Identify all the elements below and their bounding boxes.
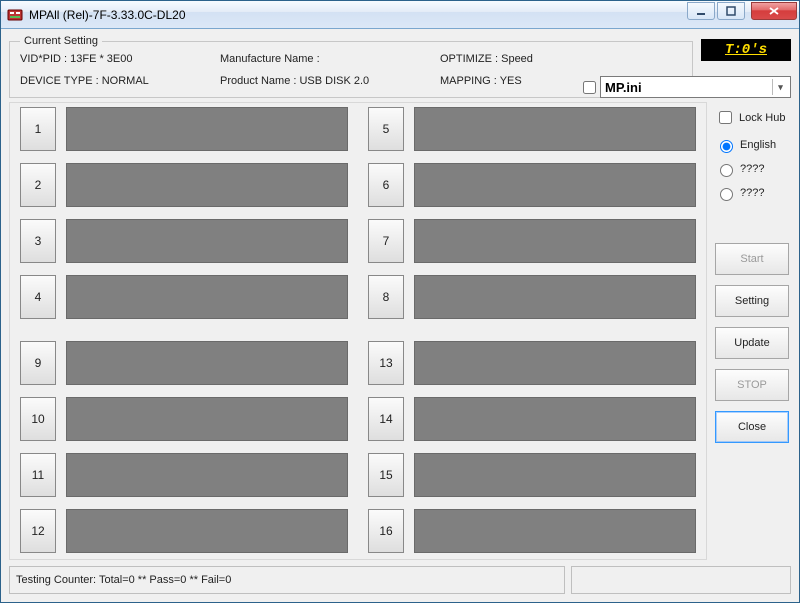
manufacture-name: Manufacture Name : — [220, 53, 440, 65]
slots-frame: 12349101112 567813141516 — [9, 102, 707, 560]
ini-checkbox[interactable] — [583, 81, 596, 94]
slot-panel-1 — [66, 107, 348, 151]
status-right — [571, 566, 791, 594]
window-root: MPAll (Rel)-7F-3.33.0C-DL20 Current Sett… — [0, 0, 800, 603]
status-row: Testing Counter: Total=0 ** Pass=0 ** Fa… — [9, 566, 791, 594]
slot-row: 6 — [368, 163, 696, 207]
app-icon — [7, 7, 23, 23]
slot-panel-11 — [66, 453, 348, 497]
slot-button-11[interactable]: 11 — [20, 453, 56, 497]
chevron-down-icon: ▾ — [772, 79, 788, 95]
slot-button-6[interactable]: 6 — [368, 163, 404, 207]
slot-row: 10 — [20, 397, 348, 441]
slot-row: 4 — [20, 275, 348, 319]
slot-panel-10 — [66, 397, 348, 441]
lock-hub-checkbox[interactable] — [719, 111, 732, 124]
slot-row: 12 — [20, 509, 348, 553]
lang-option-1[interactable]: ???? — [715, 161, 789, 177]
vid-pid: VID*PID : 13FE * 3E00 — [20, 53, 220, 65]
slot-button-14[interactable]: 14 — [368, 397, 404, 441]
slot-row: 1 — [20, 107, 348, 151]
device-type: DEVICE TYPE : NORMAL — [20, 75, 220, 87]
ini-combo-value: MP.ini — [605, 80, 642, 95]
lock-hub-label: Lock Hub — [739, 112, 785, 124]
slot-row: 8 — [368, 275, 696, 319]
slot-row: 11 — [20, 453, 348, 497]
close-window-button[interactable] — [751, 2, 797, 20]
ini-combo[interactable]: MP.ini ▾ — [600, 76, 791, 98]
side-panel: Lock Hub English ???? ???? Start Setting… — [713, 102, 791, 560]
slot-row: 5 — [368, 107, 696, 151]
slot-button-3[interactable]: 3 — [20, 219, 56, 263]
lang-label-0: English — [740, 139, 776, 151]
lang-option-2[interactable]: ???? — [715, 185, 789, 201]
lang-radio-0[interactable] — [720, 140, 733, 153]
main-row: 12349101112 567813141516 Lock Hub Englis… — [9, 102, 791, 560]
lang-option-0[interactable]: English — [715, 137, 789, 153]
slot-button-1[interactable]: 1 — [20, 107, 56, 151]
stop-button[interactable]: STOP — [715, 369, 789, 401]
slot-column-right: 5 6 7 8 13 14 15 16 — [368, 107, 696, 553]
slot-panel-12 — [66, 509, 348, 553]
slot-panel-3 — [66, 219, 348, 263]
slot-row: 3 — [20, 219, 348, 263]
slot-button-16[interactable]: 16 — [368, 509, 404, 553]
slot-button-10[interactable]: 10 — [20, 397, 56, 441]
client-area: Current Setting VID*PID : 13FE * 3E00 Ma… — [1, 29, 799, 602]
lang-radio-2[interactable] — [720, 188, 733, 201]
slot-panel-2 — [66, 163, 348, 207]
start-button[interactable]: Start — [715, 243, 789, 275]
timer-display: T:0's — [701, 39, 791, 61]
window-buttons — [687, 1, 799, 28]
lang-label-1: ???? — [740, 163, 764, 175]
slot-panel-13 — [414, 341, 696, 385]
slot-panel-6 — [414, 163, 696, 207]
slot-button-4[interactable]: 4 — [20, 275, 56, 319]
maximize-button[interactable] — [717, 2, 745, 20]
window-title: MPAll (Rel)-7F-3.33.0C-DL20 — [29, 8, 687, 22]
slot-row: 2 — [20, 163, 348, 207]
slot-panel-7 — [414, 219, 696, 263]
slot-panel-4 — [66, 275, 348, 319]
top-right-cluster: T:0's — [701, 39, 791, 61]
slot-panel-5 — [414, 107, 696, 151]
slot-row: 7 — [368, 219, 696, 263]
language-radio-group: English ???? ???? — [715, 137, 789, 203]
slot-panel-16 — [414, 509, 696, 553]
slot-button-2[interactable]: 2 — [20, 163, 56, 207]
titlebar: MPAll (Rel)-7F-3.33.0C-DL20 — [1, 1, 799, 29]
slot-columns: 12349101112 567813141516 — [20, 107, 696, 553]
slot-button-7[interactable]: 7 — [368, 219, 404, 263]
slot-row: 14 — [368, 397, 696, 441]
slot-button-15[interactable]: 15 — [368, 453, 404, 497]
slot-row: 15 — [368, 453, 696, 497]
slot-button-8[interactable]: 8 — [368, 275, 404, 319]
optimize: OPTIMIZE : Speed — [440, 53, 600, 65]
minimize-button[interactable] — [687, 2, 715, 20]
slot-panel-9 — [66, 341, 348, 385]
lang-radio-1[interactable] — [720, 164, 733, 177]
slot-button-13[interactable]: 13 — [368, 341, 404, 385]
update-button[interactable]: Update — [715, 327, 789, 359]
mapping: MAPPING : YES — [440, 75, 600, 87]
current-setting-legend: Current Setting — [20, 35, 102, 47]
close-button[interactable]: Close — [715, 411, 789, 443]
status-left: Testing Counter: Total=0 ** Pass=0 ** Fa… — [9, 566, 565, 594]
slot-button-5[interactable]: 5 — [368, 107, 404, 151]
slot-panel-8 — [414, 275, 696, 319]
slot-row: 9 — [20, 341, 348, 385]
slot-panel-15 — [414, 453, 696, 497]
slot-row: 16 — [368, 509, 696, 553]
slot-panel-14 — [414, 397, 696, 441]
setting-button[interactable]: Setting — [715, 285, 789, 317]
slot-column-left: 12349101112 — [20, 107, 348, 553]
slot-row: 13 — [368, 341, 696, 385]
lang-label-2: ???? — [740, 187, 764, 199]
lock-hub-row[interactable]: Lock Hub — [715, 108, 789, 127]
slot-button-12[interactable]: 12 — [20, 509, 56, 553]
ini-combo-row: MP.ini ▾ — [583, 76, 791, 98]
slot-button-9[interactable]: 9 — [20, 341, 56, 385]
product-name: Product Name : USB DISK 2.0 — [220, 75, 440, 87]
